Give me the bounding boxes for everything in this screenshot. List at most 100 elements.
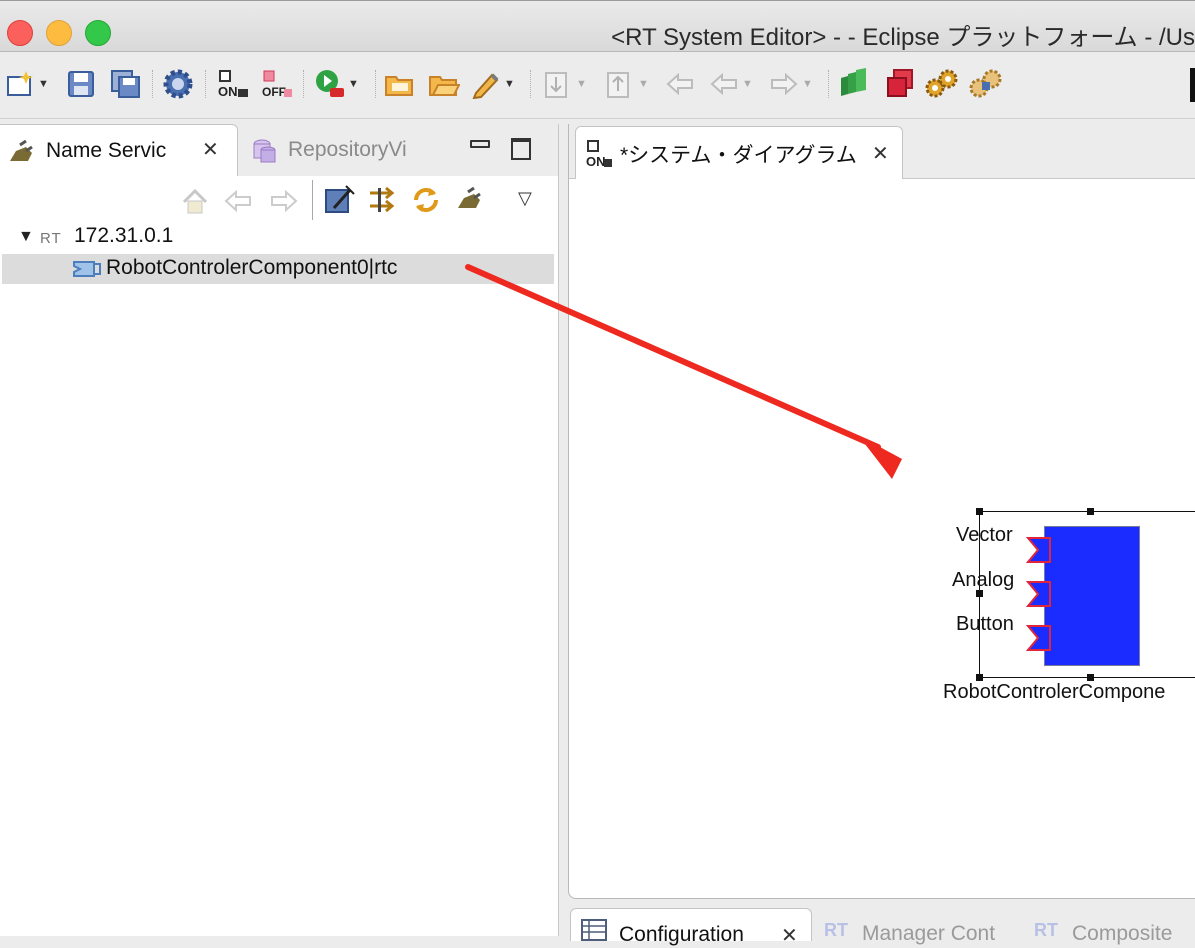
open-folder-icon xyxy=(385,76,413,96)
refresh-icon xyxy=(414,188,438,212)
inport-analog[interactable] xyxy=(1024,580,1054,610)
close-tab-icon[interactable]: ✕ xyxy=(872,141,889,166)
tab-system-diagram[interactable]: ON *システム・ダイアグラム ✕ xyxy=(575,126,903,179)
deactivate-all-button[interactable] xyxy=(884,67,916,101)
port-label-button: Button xyxy=(956,613,1014,635)
close-tab-icon[interactable]: ✕ xyxy=(202,137,219,162)
inport-vector[interactable] xyxy=(1024,536,1054,566)
tree-component-label[interactable]: RobotControlerComponent0|rtc xyxy=(106,256,397,280)
maximize-view-icon[interactable] xyxy=(511,138,531,160)
minimize-window-button[interactable] xyxy=(46,20,72,46)
refresh-button[interactable] xyxy=(410,184,442,221)
home-icon xyxy=(182,188,208,214)
rt-badge-icon: RT xyxy=(1034,920,1058,940)
forward-arrow-icon xyxy=(771,72,798,96)
tab-manager-control[interactable]: RT Manager Cont xyxy=(824,914,1024,945)
name-service-plug-icon xyxy=(10,139,33,161)
run-button[interactable]: ▼ xyxy=(314,67,359,101)
connect-edit-icon xyxy=(325,185,355,213)
on-button[interactable]: ON xyxy=(216,67,250,101)
tab-composite[interactable]: RT Composite xyxy=(1034,914,1195,945)
bottom-view-tabbar: Configuration ✕ RT Manager Cont RT Compo… xyxy=(568,904,1195,947)
activate-all-button[interactable] xyxy=(838,67,870,101)
on-button-icon: ON xyxy=(218,70,248,99)
rt-component-icon xyxy=(72,258,102,287)
port-label-vector: Vector xyxy=(956,524,1013,546)
repository-cylinder-icon xyxy=(253,139,276,163)
left-view-tabbar: Name Servic ✕ RepositoryVi xyxy=(0,124,558,176)
configuration-table-icon xyxy=(581,919,607,941)
tab-system-diagram-label: *システム・ダイアグラム xyxy=(620,144,857,167)
filter-button[interactable] xyxy=(368,184,400,221)
view-forward-button[interactable] xyxy=(268,186,300,221)
back-history-button[interactable] xyxy=(664,67,696,101)
rt-badge-icon: RT xyxy=(40,230,62,247)
save-all-button[interactable] xyxy=(110,67,142,101)
tab-name-service-label: Name Servic xyxy=(46,139,167,162)
system-diagram-on-icon: ON xyxy=(586,140,612,169)
port-label-analog: Analog xyxy=(952,569,1015,591)
tree-expand-arrow-icon[interactable]: ▼ xyxy=(18,228,34,246)
svg-text:ON: ON xyxy=(586,154,606,169)
forward-arrow-icon xyxy=(271,189,298,213)
name-service-view: Name Servic ✕ RepositoryVi ▽ ▼ RT 172.31… xyxy=(0,124,559,936)
export-icon xyxy=(607,72,629,98)
tree-root-node[interactable]: 172.31.0.1 xyxy=(74,224,173,248)
new-wizard-button[interactable]: ▼ xyxy=(6,67,49,101)
deactivate-all-icon xyxy=(887,69,913,97)
tab-name-service[interactable]: Name Servic ✕ xyxy=(0,124,238,176)
settings-button[interactable] xyxy=(162,67,194,101)
resize-handle-sw[interactable] xyxy=(976,674,983,681)
import-button[interactable]: ▼ xyxy=(542,67,587,101)
export-button[interactable]: ▼ xyxy=(604,67,649,101)
open-folder-button[interactable] xyxy=(384,67,416,101)
home-button[interactable] xyxy=(180,186,210,221)
rt-badge-icon: RT xyxy=(824,920,848,940)
back-arrow-icon xyxy=(224,189,251,213)
tab-configuration[interactable]: Configuration ✕ xyxy=(570,908,812,947)
stop-all-icon xyxy=(969,69,1002,98)
svg-text:ON: ON xyxy=(218,84,238,99)
window-titlebar: <RT System Editor> - - Eclipse プラットフォーム … xyxy=(0,0,1195,52)
resize-handle-s[interactable] xyxy=(1087,674,1094,681)
run-icon xyxy=(316,70,344,97)
start-all-button[interactable] xyxy=(924,67,960,101)
off-button[interactable]: OFF xyxy=(260,67,294,101)
resize-handle-n[interactable] xyxy=(1087,508,1094,515)
stop-all-button[interactable] xyxy=(968,67,1004,101)
drag-annotation-arrow xyxy=(465,264,902,479)
resize-handle-nw[interactable] xyxy=(976,508,983,515)
close-window-button[interactable] xyxy=(7,20,33,46)
zoom-window-button[interactable] xyxy=(85,20,111,46)
import-icon xyxy=(545,72,567,98)
start-all-icon xyxy=(925,69,958,98)
tab-repository-view[interactable]: RepositoryVi xyxy=(244,124,454,176)
add-name-server-button[interactable] xyxy=(454,186,484,219)
minimize-view-icon[interactable] xyxy=(470,140,490,148)
new-wizard-icon xyxy=(7,71,33,96)
save-button[interactable] xyxy=(66,67,96,101)
back-arrow-icon xyxy=(710,72,737,96)
off-button-icon: OFF xyxy=(262,70,292,99)
window-title: <RT System Editor> - - Eclipse プラットフォーム … xyxy=(611,24,1195,51)
save-all-icon xyxy=(111,70,140,98)
pencil-tool-icon xyxy=(472,73,499,99)
pencil-tool-button[interactable]: ▼ xyxy=(470,67,515,101)
inport-button[interactable] xyxy=(1024,624,1054,654)
main-toolbar: ▼ ON OFF ▼ ▼ ▼ ▼ ▼ ▼ xyxy=(0,52,1195,119)
connect-button[interactable] xyxy=(324,184,356,221)
settings-gear-icon xyxy=(163,69,193,99)
name-service-plug-icon xyxy=(458,186,481,208)
filter-arrows-icon xyxy=(370,186,395,213)
forward-button[interactable]: ▼ xyxy=(768,67,813,101)
view-menu-icon[interactable]: ▽ xyxy=(518,188,532,209)
open-project-button[interactable] xyxy=(428,67,460,101)
back-button[interactable]: ▼ xyxy=(708,67,753,101)
toolbar-edge-handle xyxy=(1190,68,1195,102)
view-back-button[interactable] xyxy=(222,186,254,221)
tab-configuration-label: Configuration xyxy=(619,923,744,946)
tab-manager-control-label: Manager Cont xyxy=(862,922,996,945)
component-name-label: RobotControlerCompone xyxy=(943,681,1166,703)
rt-component-body[interactable] xyxy=(1044,526,1140,666)
activate-all-icon xyxy=(841,68,866,96)
